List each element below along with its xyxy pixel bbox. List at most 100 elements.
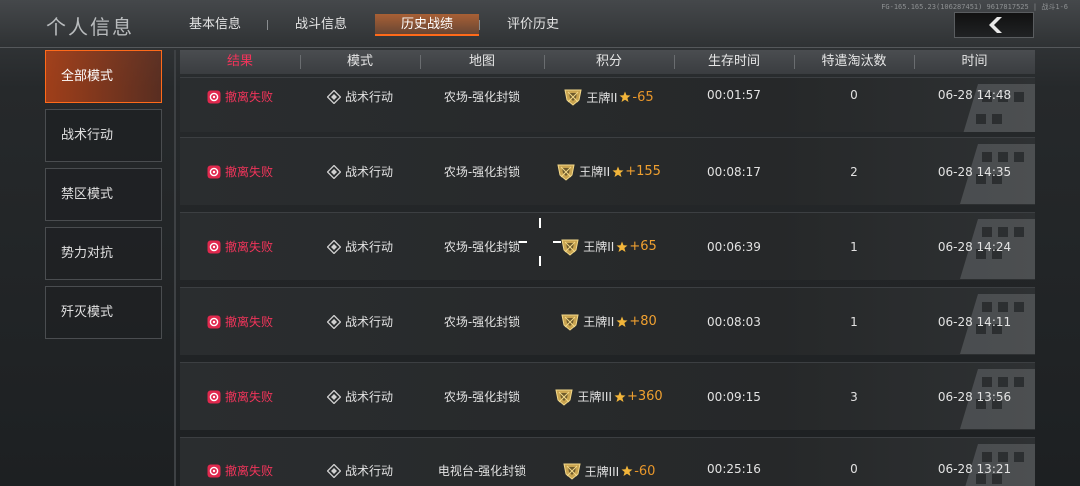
sidebar-item-tactical[interactable]: 战术行动 (45, 109, 162, 162)
score-cell: 王牌II +65 (544, 238, 674, 256)
result-text: 撤离失败 (224, 390, 273, 404)
mode-text: 战术行动 (344, 390, 393, 404)
table-row[interactable]: 撤离失败 战术行动 农场-强化封锁 王牌II (180, 137, 1035, 205)
server-info-text: FG-165.165.23(106287451) 9617817525 | 战斗… (881, 3, 1068, 11)
page-title: 个人信息 (46, 15, 134, 39)
tactical-mode-icon (326, 389, 341, 404)
table-row[interactable]: 撤离失败 战术行动 电视台-强化封锁 王牌III -60 00:25:16 0 … (180, 437, 1035, 486)
sidebar-divider (174, 50, 176, 486)
date-cell: 06-28 13:56 (937, 389, 1012, 404)
ace-rank-badge-icon (561, 314, 579, 331)
date-cell: 06-28 14:24 (937, 239, 1012, 254)
star-icon (614, 391, 626, 402)
sidebar-item-annihilation[interactable]: 歼灭模式 (45, 286, 162, 339)
ace-rank-badge-icon (557, 164, 575, 181)
mode-text: 战术行动 (344, 165, 393, 179)
tactical-mode-icon (326, 239, 341, 254)
survival-time-cell: 00:09:15 (707, 389, 761, 404)
table-header: 结果 模式 地图 积分 生存时间 特遣淘汰数 时间 (180, 50, 1035, 74)
score-delta: +360 (626, 389, 663, 404)
chevron-left-icon (989, 17, 1002, 33)
rank-text: 王牌III (584, 464, 620, 479)
score-delta: +80 (629, 314, 657, 329)
score-delta: -60 (634, 463, 656, 479)
mode-sidebar: 全部模式 战术行动 禁区模式 势力对抗 歼灭模式 (45, 50, 171, 345)
extraction-failed-icon (207, 240, 221, 253)
star-icon (612, 166, 624, 177)
star-icon (616, 241, 628, 252)
column-header-result: 结果 (226, 54, 253, 69)
rank-text: 王牌II (583, 315, 615, 329)
kills-cell: 3 (850, 389, 858, 404)
tab-rating-history[interactable]: 评价历史 (479, 14, 585, 36)
column-header-kills: 特遣淘汰数 (794, 50, 914, 74)
table-row[interactable]: 撤离失败 战术行动 农场-强化封锁 王牌III +360 00:09:15 3 … (180, 362, 1035, 430)
map-cell: 农场-强化封锁 (443, 90, 521, 104)
result-cell: 撤离失败 (180, 88, 300, 105)
column-header-mode: 模式 (300, 50, 420, 74)
star-icon (621, 465, 633, 476)
sidebar-item-all-modes[interactable]: 全部模式 (45, 50, 162, 103)
rank-text: 王牌III (577, 390, 612, 404)
kills-cell: 0 (850, 88, 858, 102)
result-text: 撤离失败 (224, 464, 273, 478)
mode-text: 战术行动 (344, 315, 393, 329)
result-text: 撤离失败 (224, 315, 273, 329)
survival-time-cell: 00:01:57 (707, 88, 761, 102)
tab-bar: 基本信息 战斗信息 历史战绩 评价历史 (163, 14, 587, 36)
result-text: 撤离失败 (224, 165, 273, 179)
column-header-survival-time: 生存时间 (674, 50, 794, 74)
rank-text: 王牌II (586, 90, 618, 105)
kills-cell: 2 (850, 164, 858, 179)
tab-match-history[interactable]: 历史战绩 (375, 14, 479, 36)
ace-rank-badge-icon (562, 463, 581, 480)
kills-cell: 0 (850, 462, 858, 476)
table-row[interactable]: 撤离失败 战术行动 农场-强化封锁 王牌II (180, 287, 1035, 355)
tab-basic-info[interactable]: 基本信息 (163, 14, 267, 36)
ace-rank-badge-icon (564, 89, 582, 106)
top-bar: 个人信息 基本信息 战斗信息 历史战绩 评价历史 FG-165.165.23(1… (0, 0, 1080, 48)
score-delta: +155 (625, 164, 661, 179)
mode-text: 战术行动 (344, 240, 393, 254)
table-row[interactable]: 撤离失败 战术行动 农场-强化封锁 王牌II (180, 77, 1035, 132)
map-cell: 农场-强化封锁 (443, 315, 521, 329)
result-cell: 撤离失败 (180, 462, 300, 479)
extraction-failed-icon (207, 90, 221, 103)
column-header-date: 时间 (914, 50, 1035, 74)
map-cell: 电视台-强化封锁 (437, 464, 527, 478)
extraction-failed-icon (207, 390, 221, 403)
tactical-mode-icon (326, 89, 341, 104)
kills-cell: 1 (850, 239, 858, 254)
score-cell: 王牌II -65 (544, 88, 674, 106)
survival-time-cell: 00:06:39 (707, 239, 761, 254)
sidebar-item-faction[interactable]: 势力对抗 (45, 227, 162, 280)
mode-cell: 战术行动 (300, 313, 420, 330)
back-button[interactable] (954, 12, 1034, 38)
result-cell: 撤离失败 (180, 313, 300, 330)
kills-cell: 1 (850, 314, 858, 329)
result-cell: 撤离失败 (180, 163, 300, 180)
result-cell: 撤离失败 (180, 388, 300, 405)
rank-text: 王牌II (583, 240, 615, 254)
map-cell: 农场-强化封锁 (443, 390, 521, 404)
mode-cell: 战术行动 (300, 238, 420, 255)
result-text: 撤离失败 (224, 90, 273, 104)
tactical-mode-icon (326, 164, 341, 179)
result-cell: 撤离失败 (180, 238, 300, 255)
score-delta: -65 (632, 89, 654, 105)
score-delta: +65 (629, 239, 657, 254)
date-cell: 06-28 14:11 (937, 314, 1012, 329)
sidebar-item-restricted[interactable]: 禁区模式 (45, 168, 162, 221)
mode-cell: 战术行动 (300, 462, 420, 479)
date-cell: 06-28 14:35 (937, 164, 1012, 179)
star-icon (619, 91, 631, 102)
tactical-mode-icon (326, 314, 341, 329)
mode-cell: 战术行动 (300, 163, 420, 180)
score-cell: 王牌II +155 (544, 163, 674, 181)
tab-combat-info[interactable]: 战斗信息 (267, 14, 373, 36)
table-row[interactable]: 撤离失败 战术行动 农场-强化封锁 王牌II (180, 212, 1035, 280)
map-cell: 农场-强化封锁 (443, 165, 521, 179)
extraction-failed-icon (207, 315, 221, 328)
ace-rank-badge-icon (561, 239, 579, 256)
survival-time-cell: 00:25:16 (707, 462, 761, 476)
